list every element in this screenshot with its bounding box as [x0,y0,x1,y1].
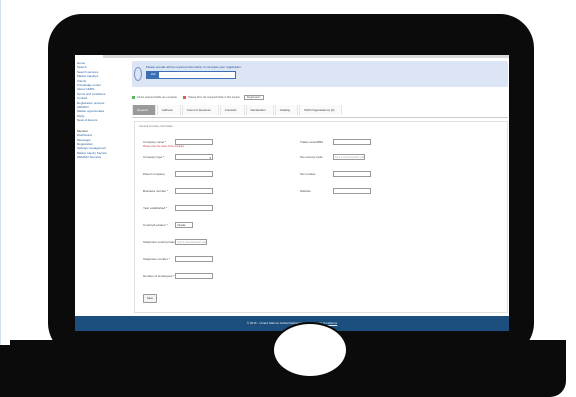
incomplete-square-icon [183,95,187,99]
tab-contacts[interactable]: Contacts [219,105,245,115]
tax-number-field[interactable] [333,171,371,177]
telephone-number-label: Telephone number * [143,257,170,261]
general-form: General company information Company name… [134,121,508,313]
tab-general[interactable]: General [132,105,156,115]
tax-country-label: Tax country code [300,155,323,159]
page-edge-line [0,0,1,397]
business-number-label: Business number * [143,189,169,193]
telephone-country-field[interactable]: Type a country/location name [175,239,207,245]
website-label: Website [300,189,311,193]
main-content: Please provide all the required informat… [132,61,508,323]
tab-declaration[interactable]: Declaration [245,105,274,115]
legend-complete: All the required fields are complete [137,96,177,99]
chevron-down-icon: ▾ [209,156,211,160]
tab-bar: General Address Count of business Contac… [132,105,508,118]
parent-company-field[interactable] [175,171,213,177]
registration-button[interactable]: Registration [243,95,264,100]
company-name-field[interactable] [175,139,213,145]
complete-square-icon [132,95,135,99]
number-of-employees-label: Number of employees * [143,274,175,278]
country-field[interactable]: Canada [175,222,193,228]
website-field[interactable] [333,188,371,194]
sidebar: Home Search Search services Market Inqui… [77,61,129,160]
company-name-label: Company name * [143,140,167,144]
business-number-field[interactable] [175,188,213,194]
tax-country-field[interactable]: Type a country/location name [333,154,365,160]
browser-top-bar [103,55,509,58]
telephone-number-field[interactable] [175,256,213,262]
laptop-trackpad-button [272,322,348,378]
tab-catalog[interactable]: Catalog [274,105,299,115]
laptop-screen: Home Search Search services Market Inqui… [75,55,509,331]
laptop-base-right-gap [566,345,576,397]
sidebar-item-cemsio-services[interactable]: CEMSIO Services [77,155,129,159]
registration-banner: Please provide all the required informat… [132,61,508,87]
year-established-field[interactable] [175,205,213,211]
country-label: Country/Location * [143,223,168,227]
company-type-label: Company type * [143,155,165,159]
save-button[interactable]: Save [143,294,157,303]
legend: All the required fields are complete Ple… [132,95,264,100]
tab-count-of-business[interactable]: Count of business [181,105,219,115]
info-icon [134,67,142,81]
form-title: General company information [139,125,174,128]
tax-number-label: Tax number [300,172,316,176]
trade-name-label: Trade name/DBA [300,140,324,144]
parent-company-label: Parent company [143,172,165,176]
number-of-employees-field[interactable] [175,273,213,279]
trade-name-field[interactable] [333,139,371,145]
banner-message: Please provide all the required informat… [146,65,242,69]
tab-address[interactable]: Address [156,105,181,115]
telephone-country-label: Telephone country/code * [143,240,177,244]
progress-fill: 14% [147,72,160,78]
tab-sam-organisations[interactable]: SAM Organisations (0) [299,105,343,115]
year-established-label: Year established * [143,206,168,210]
progress-bar: 14% [146,71,236,79]
company-type-select[interactable]: ▾ [175,154,213,160]
company-name-hint: Please enter the name of the company [143,145,185,148]
legend-incomplete: Please fill in the required fields in th… [188,96,241,99]
